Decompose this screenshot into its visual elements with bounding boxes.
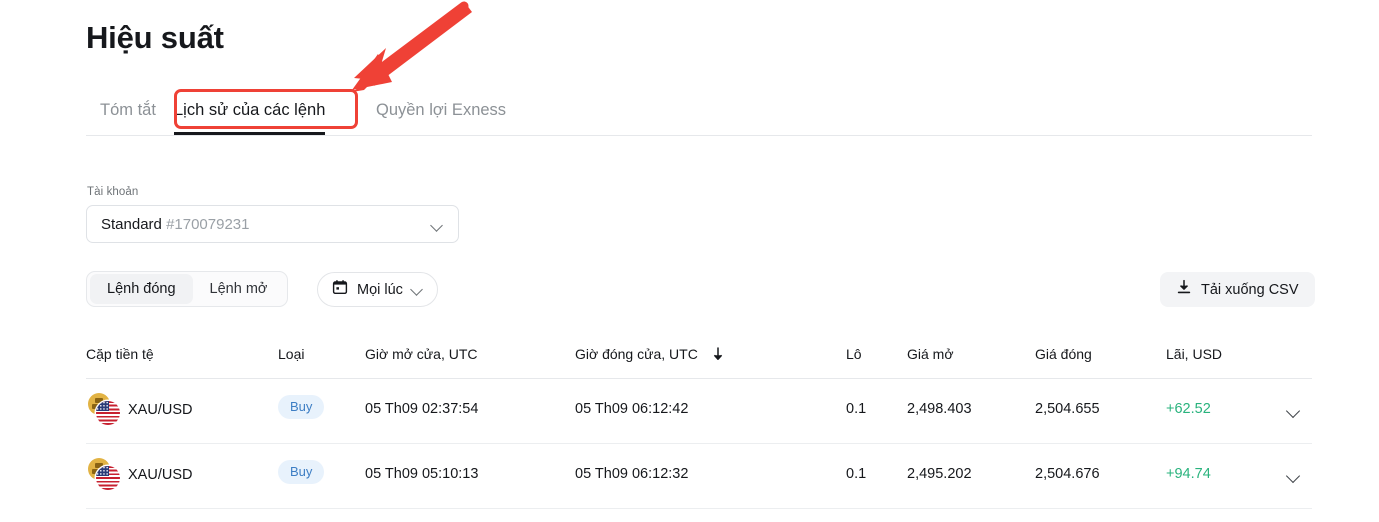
cell-open-time: 05 Th09 02:37:54: [365, 401, 479, 417]
status-badge: Buy: [278, 395, 325, 419]
account-type: Standard: [101, 216, 162, 233]
column-header-type[interactable]: Loại: [278, 346, 304, 362]
orders-table: Cặp tiền tệ Loại Giờ mở cửa, UTC Giờ đón…: [86, 340, 1312, 509]
column-header-close-price[interactable]: Giá đóng: [1035, 346, 1092, 362]
download-csv-label: Tải xuống CSV: [1201, 281, 1299, 298]
tab-summary[interactable]: Tóm tắt: [100, 92, 156, 135]
tab-order-history[interactable]: Lịch sử của các lệnh: [174, 92, 326, 135]
page-title: Hiệu suất: [86, 20, 224, 55]
chevron-down-icon: [431, 219, 444, 232]
tab-bar-divider: [86, 135, 1312, 136]
cell-profit: +62.52: [1166, 401, 1211, 417]
download-icon: [1176, 279, 1192, 300]
tab-active-underline: [174, 132, 326, 135]
column-header-profit[interactable]: Lãi, USD: [1166, 346, 1222, 362]
us-flag-icon: [96, 466, 120, 490]
column-header-pair[interactable]: Cặp tiền tệ: [86, 346, 154, 362]
cell-lot: 0.1: [846, 401, 867, 417]
cell-pair: XAU/USD: [86, 458, 192, 492]
tab-summary-label: Tóm tắt: [100, 101, 156, 119]
cell-lot: 0.1: [846, 466, 867, 482]
table-row[interactable]: XAU/USD Buy 05 Th09 05:10:13 05 Th09 06:…: [86, 444, 1312, 509]
orders-table-header: Cặp tiền tệ Loại Giờ mở cửa, UTC Giờ đón…: [86, 340, 1312, 379]
account-field-label: Tài khoản: [87, 186, 139, 198]
cell-close-price: 2,504.676: [1035, 466, 1100, 482]
column-header-lot[interactable]: Lô: [846, 346, 862, 362]
annotation-arrow: [330, 0, 490, 100]
segment-open-orders-label: Lệnh mở: [209, 281, 268, 297]
pair-name: XAU/USD: [128, 467, 193, 483]
cell-open-price: 2,498.403: [907, 401, 972, 417]
order-state-segmented-control[interactable]: Lệnh đóng Lệnh mở: [86, 271, 289, 307]
account-select[interactable]: Standard #170079231: [86, 205, 459, 243]
segment-closed-orders[interactable]: Lệnh đóng: [90, 274, 193, 304]
date-range-filter[interactable]: Mọi lúc: [317, 272, 438, 307]
cell-close-time: 05 Th09 06:12:42: [575, 401, 689, 417]
segment-closed-orders-label: Lệnh đóng: [107, 281, 176, 297]
pair-name: XAU/USD: [128, 402, 193, 418]
gold-usd-pair-icon: [86, 393, 124, 427]
cell-open-price: 2,495.202: [907, 466, 972, 482]
calendar-icon: [332, 279, 348, 300]
column-header-close-time-label: Giờ đóng cửa, UTC: [575, 346, 698, 362]
cell-close-price: 2,504.655: [1035, 401, 1100, 417]
column-header-open-time[interactable]: Giờ mở cửa, UTC: [365, 346, 478, 362]
tab-bar: Tóm tắt Lịch sử của các lệnh Quyền lợi E…: [86, 92, 1312, 136]
tab-exness-benefits-label: Quyền lợi Exness: [376, 101, 507, 119]
download-csv-button[interactable]: Tải xuống CSV: [1160, 272, 1315, 307]
cell-pair: XAU/USD: [86, 393, 192, 427]
sort-down-arrow-icon: [712, 347, 724, 364]
cell-open-time: 05 Th09 05:10:13: [365, 466, 479, 482]
date-range-label: Mọi lúc: [357, 281, 403, 298]
tab-exness-benefits[interactable]: Quyền lợi Exness: [376, 92, 506, 135]
column-header-open-price[interactable]: Giá mở: [907, 346, 954, 362]
cell-type: Buy: [278, 460, 325, 484]
cell-type: Buy: [278, 395, 325, 419]
cell-profit: +94.74: [1166, 466, 1211, 482]
performance-page: Hiệu suất Tóm tắt Lịch sử của các lệnh Q…: [0, 0, 1379, 522]
gold-usd-pair-icon: [86, 458, 124, 492]
column-header-close-time[interactable]: Giờ đóng cửa, UTC: [575, 346, 724, 364]
cell-close-time: 05 Th09 06:12:32: [575, 466, 689, 482]
status-badge: Buy: [278, 460, 325, 484]
table-row[interactable]: XAU/USD Buy 05 Th09 02:37:54 05 Th09 06:…: [86, 379, 1312, 444]
tab-order-history-label: Lịch sử của các lệnh: [174, 101, 326, 119]
us-flag-icon: [96, 401, 120, 425]
account-number: #170079231: [166, 216, 250, 233]
segment-open-orders[interactable]: Lệnh mở: [193, 274, 285, 304]
account-select-value: Standard #170079231: [101, 216, 250, 233]
chevron-down-icon: [411, 283, 424, 296]
